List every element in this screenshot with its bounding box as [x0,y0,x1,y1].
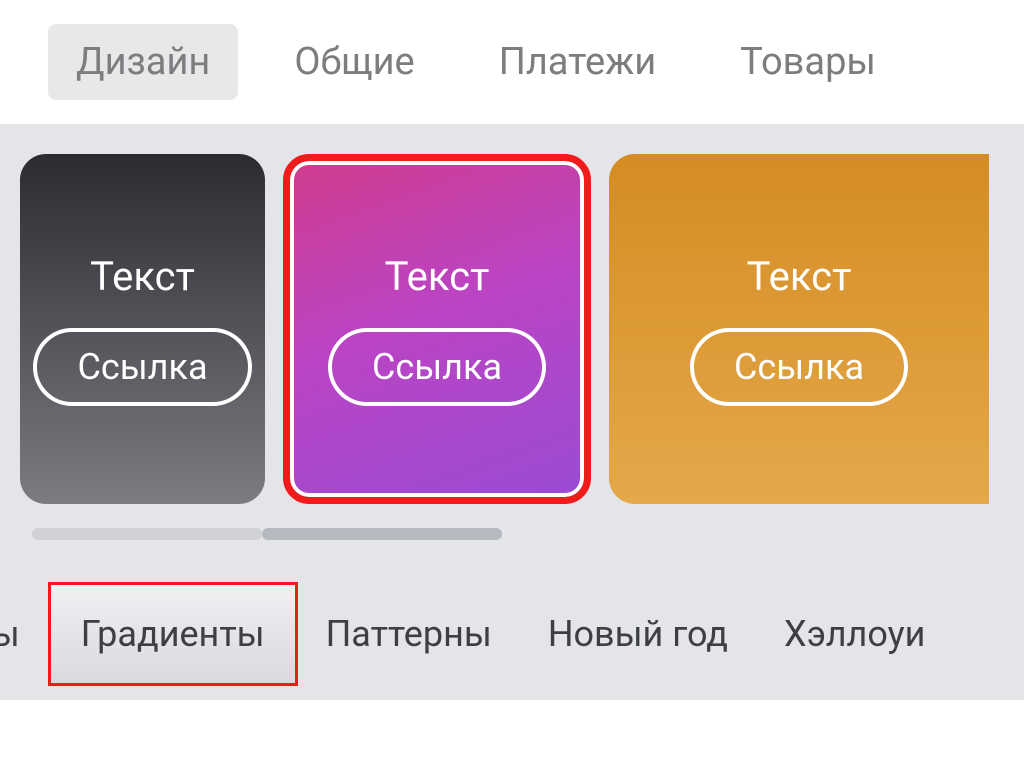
card-text-label: Текст [385,253,490,300]
card-text-label: Текст [90,253,195,300]
card-text-label: Текст [747,253,852,300]
category-tab-gradients[interactable]: Градиенты [48,582,298,686]
theme-card-gradient-selected[interactable]: Текст Ссылка [283,154,591,504]
card-link-button[interactable]: Ссылка [328,328,546,406]
card-link-button[interactable]: Ссылка [690,328,908,406]
tab-design[interactable]: Дизайн [48,24,238,100]
category-tab-themes[interactable]: емы [0,585,48,683]
main-area: Текст Ссылка Текст Ссылка Текст Ссылка е… [0,124,1024,700]
scroll-track-segment [32,528,262,540]
theme-card-dark[interactable]: Текст Ссылка [20,154,265,504]
card-link-button[interactable]: Ссылка [33,328,251,406]
theme-cards-row: Текст Ссылка Текст Ссылка Текст Ссылка [0,154,1024,504]
tab-payments[interactable]: Платежи [471,24,684,100]
category-tabs-bar: емы Градиенты Паттерны Новый год Хэллоуи [0,568,1024,700]
tab-general[interactable]: Общие [266,24,442,100]
category-tab-patterns[interactable]: Паттерны [298,585,520,683]
category-tab-new-year[interactable]: Новый год [520,585,756,683]
tab-products[interactable]: Товары [712,24,904,100]
scroll-track-segment [502,528,992,540]
top-tabs-bar: Дизайн Общие Платежи Товары [0,0,1024,124]
scroll-indicator[interactable] [0,504,1024,568]
category-tab-halloween[interactable]: Хэллоуи [756,585,925,683]
scroll-thumb[interactable] [262,528,502,540]
theme-card-orange[interactable]: Текст Ссылка [609,154,989,504]
